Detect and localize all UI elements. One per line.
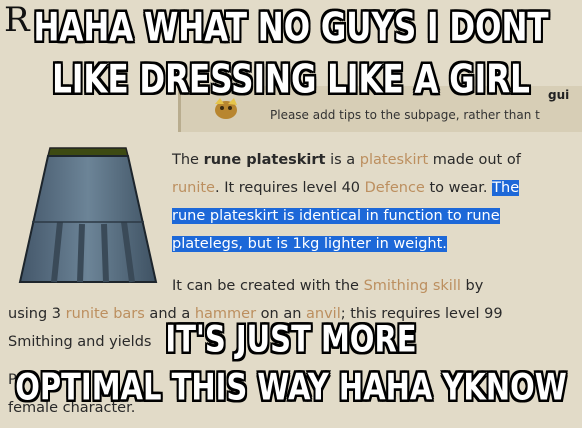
rune-plateskirt-image [18, 147, 158, 283]
text-the: The [172, 152, 204, 168]
text-made-of: made out of [428, 152, 521, 168]
text-is-a: is a [325, 152, 360, 168]
link-plateskirt[interactable]: plateskirt [360, 152, 428, 168]
meme-top-caption-line-1: HAHA WHAT NO GUYS I DONT [33, 5, 549, 51]
text-by: by [460, 278, 484, 294]
item-name: rune plateskirt [203, 152, 326, 168]
meme-bottom-caption-line-2: OPTIMAL THIS WAY HAHA YKNOW [15, 365, 567, 409]
highlighted-text[interactable]: rune plateskirt is identical in function… [172, 208, 500, 224]
meme-bottom-caption-line-1: IT'S JUST MORE [165, 317, 417, 361]
tip-note: Please add tips to the subpage, rather t… [270, 108, 540, 122]
text-to-wear: to wear. [424, 180, 493, 196]
text-requires: . It requires level 40 [214, 180, 365, 196]
highlighted-text[interactable]: platelegs, but is 1kg lighter in weight. [172, 236, 447, 252]
link-smithing-skill[interactable]: Smithing skill [364, 278, 461, 294]
meme-top-caption-line-2: LIKE DRESSING LIKE A GIRL [52, 57, 530, 103]
text-created: It can be created with the [172, 278, 364, 294]
article-paragraph-1: The rune plateskirt is a plateskirt made… [172, 146, 582, 258]
highlighted-text[interactable]: The [492, 180, 520, 196]
link-runite[interactable]: runite [172, 180, 215, 196]
link-defence[interactable]: Defence [365, 180, 425, 196]
article-paragraph-2: It can be created with the Smithing skil… [172, 272, 582, 300]
